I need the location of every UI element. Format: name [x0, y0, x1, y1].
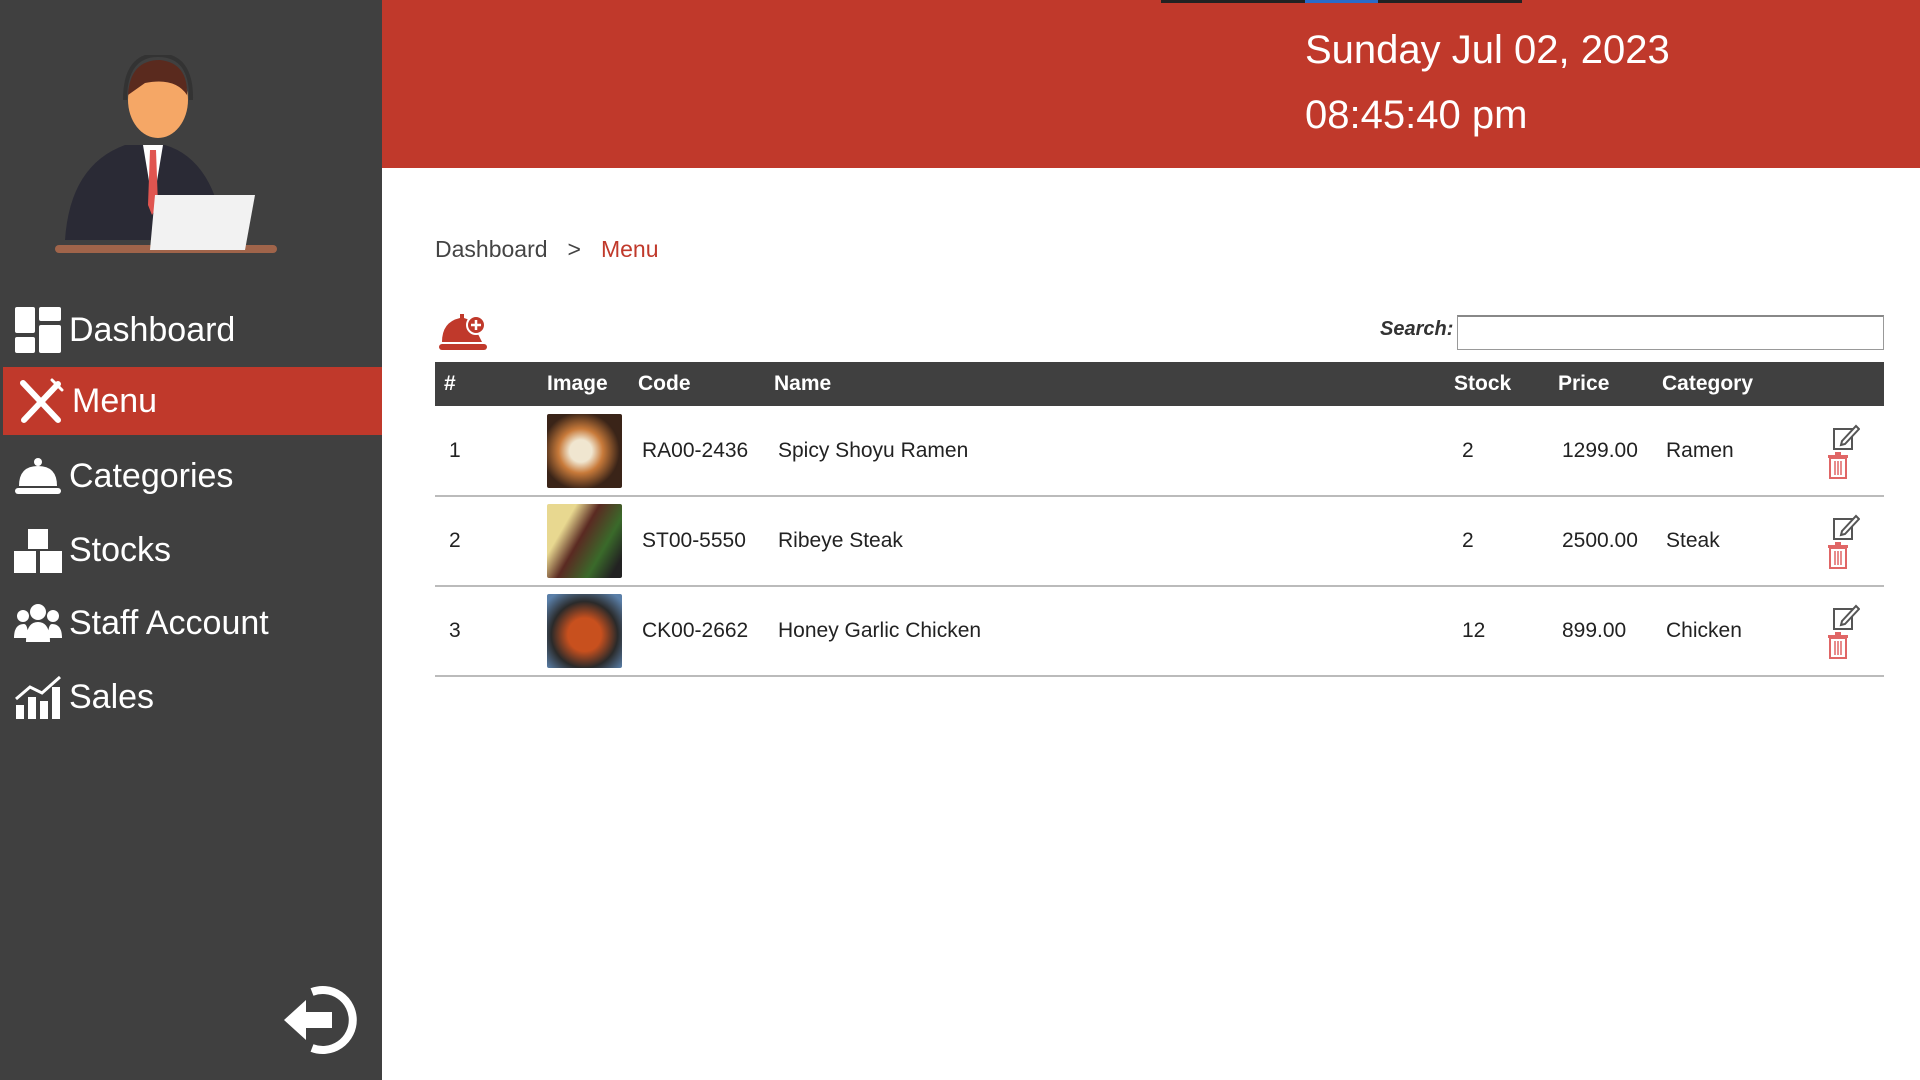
users-icon — [13, 598, 63, 648]
delete-icon[interactable] — [1824, 631, 1852, 659]
sidebar-item-label: Sales — [69, 677, 155, 716]
row-code: RA00-2436 — [638, 406, 774, 497]
sidebar: Dashboard Menu Categories Stocks Staff A… — [0, 0, 382, 1080]
user-avatar-illustration — [55, 55, 277, 253]
sidebar-item-stocks[interactable]: Stocks — [0, 516, 382, 584]
sidebar-item-label: Categories — [69, 456, 234, 495]
col-image: Image — [547, 362, 638, 406]
row-image — [547, 406, 638, 497]
row-category: Ramen — [1662, 406, 1812, 497]
current-time: 08:45:40 pm — [1305, 93, 1528, 137]
row-stock: 2 — [1454, 406, 1558, 497]
table-row: 3 CK00-2662 Honey Garlic Chicken 12 899.… — [435, 586, 1884, 677]
logout-icon[interactable] — [282, 980, 362, 1060]
food-thumbnail — [547, 594, 622, 668]
table-header-row: # Image Code Name Stock Price Category — [435, 362, 1884, 406]
current-date: Sunday Jul 02, 2023 — [1305, 28, 1670, 72]
sidebar-item-label: Stocks — [69, 530, 172, 569]
row-name: Ribeye Steak — [774, 496, 1454, 587]
sidebar-item-menu[interactable]: Menu — [3, 367, 382, 435]
breadcrumb-dashboard[interactable]: Dashboard — [435, 236, 548, 262]
col-stock: Stock — [1454, 362, 1558, 406]
col-category: Category — [1662, 362, 1812, 406]
row-code: CK00-2662 — [638, 586, 774, 677]
row-actions — [1812, 586, 1884, 677]
breadcrumb: Dashboard > Menu — [435, 236, 659, 263]
sidebar-item-sales[interactable]: Sales — [0, 663, 382, 731]
row-number: 2 — [435, 496, 547, 587]
sidebar-item-staff-account[interactable]: Staff Account — [0, 589, 382, 657]
table-row: 2 ST00-5550 Ribeye Steak 2 2500.00 Steak — [435, 496, 1884, 587]
search-label: Search: — [1380, 318, 1454, 340]
row-number: 3 — [435, 586, 547, 677]
search-input[interactable] — [1457, 315, 1884, 350]
menu-table: # Image Code Name Stock Price Category 1… — [435, 362, 1884, 677]
add-menu-item-button[interactable] — [438, 310, 488, 352]
row-number: 1 — [435, 406, 547, 497]
row-stock: 12 — [1454, 586, 1558, 677]
row-price: 2500.00 — [1558, 496, 1662, 587]
row-price: 899.00 — [1558, 586, 1662, 677]
sidebar-item-categories[interactable]: Categories — [0, 442, 382, 510]
delete-icon[interactable] — [1824, 541, 1852, 569]
row-name: Honey Garlic Chicken — [774, 586, 1454, 677]
row-price: 1299.00 — [1558, 406, 1662, 497]
cloche-icon — [13, 451, 63, 501]
row-actions — [1812, 496, 1884, 587]
boxes-icon — [13, 525, 63, 575]
row-image — [547, 496, 638, 587]
edit-icon[interactable] — [1832, 603, 1860, 631]
col-code: Code — [638, 362, 774, 406]
sidebar-item-dashboard[interactable]: Dashboard — [0, 296, 382, 364]
row-code: ST00-5550 — [638, 496, 774, 587]
breadcrumb-separator: > — [567, 236, 581, 262]
table-row: 1 RA00-2436 Spicy Shoyu Ramen 2 1299.00 … — [435, 406, 1884, 497]
edit-icon[interactable] — [1832, 513, 1860, 541]
row-stock: 2 — [1454, 496, 1558, 587]
col-name: Name — [774, 362, 1454, 406]
sidebar-item-label: Dashboard — [69, 310, 236, 349]
sidebar-item-label: Menu — [72, 381, 158, 420]
edit-icon[interactable] — [1832, 423, 1860, 451]
dashboard-icon — [13, 305, 63, 355]
delete-icon[interactable] — [1824, 451, 1852, 479]
col-actions — [1812, 362, 1884, 406]
row-name: Spicy Shoyu Ramen — [774, 406, 1454, 497]
row-image — [547, 586, 638, 677]
breadcrumb-current: Menu — [600, 236, 659, 262]
utensils-icon — [16, 376, 66, 426]
row-category: Chicken — [1662, 586, 1812, 677]
sidebar-item-label: Staff Account — [69, 603, 269, 642]
col-number: # — [435, 362, 547, 406]
col-price: Price — [1558, 362, 1662, 406]
top-header: Sunday Jul 02, 2023 08:45:40 pm — [382, 0, 1920, 168]
row-actions — [1812, 406, 1884, 497]
window-strip — [1161, 0, 1522, 3]
food-thumbnail — [547, 504, 622, 578]
row-category: Steak — [1662, 496, 1812, 587]
food-thumbnail — [547, 413, 622, 488]
chart-icon — [13, 672, 63, 722]
